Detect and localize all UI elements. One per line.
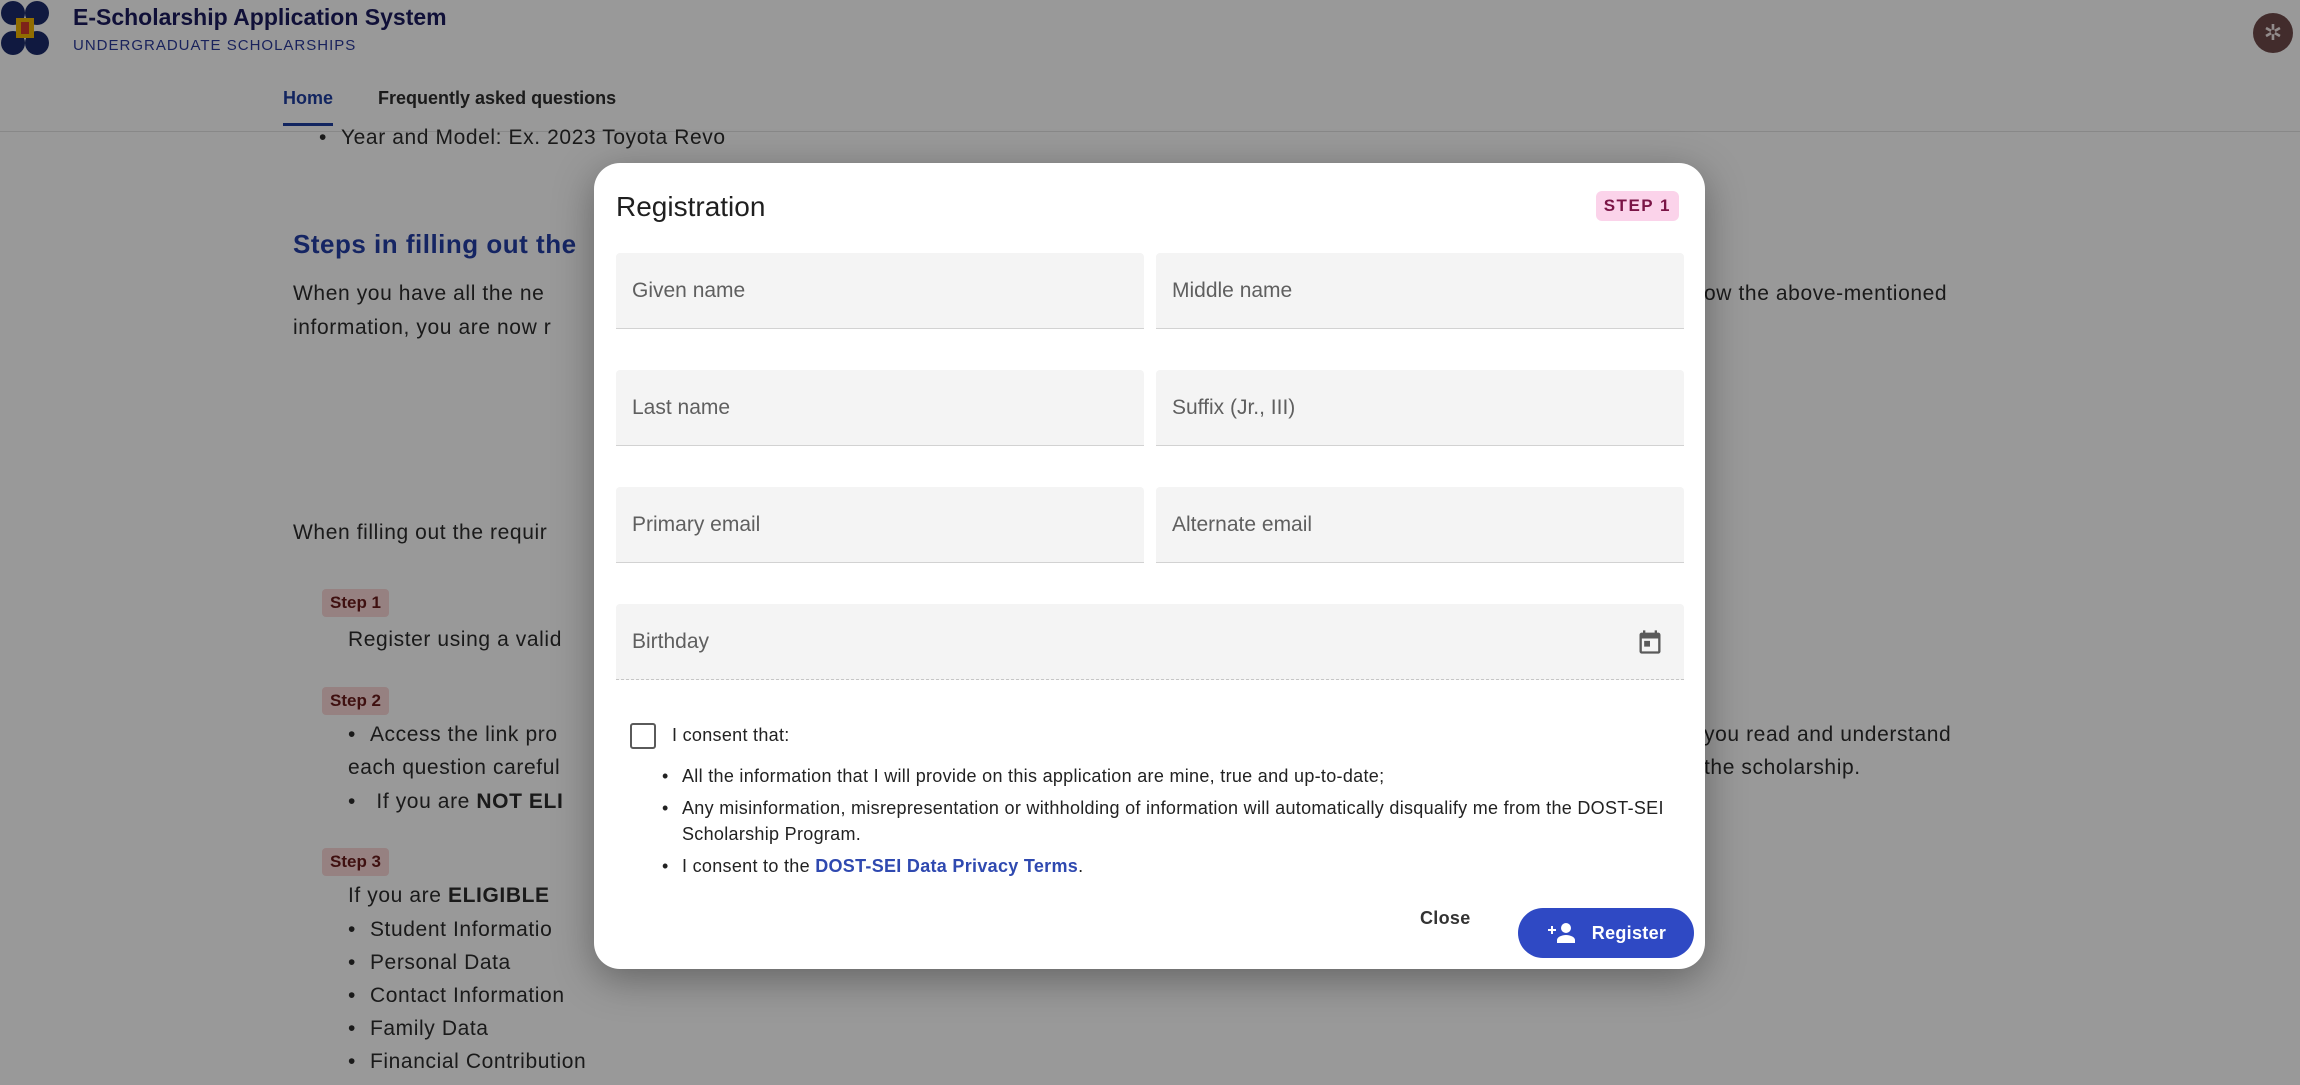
- consent-terms-list: All the information that I will provide …: [662, 763, 1672, 885]
- primary-email-input[interactable]: [616, 487, 1144, 562]
- register-button[interactable]: Register: [1518, 908, 1694, 958]
- close-button[interactable]: Close: [1420, 908, 1471, 929]
- alternate-email-field: [1156, 487, 1684, 563]
- privacy-suffix: .: [1078, 856, 1084, 876]
- step-badge: STEP 1: [1595, 191, 1679, 221]
- privacy-terms-link[interactable]: DOST-SEI Data Privacy Terms: [815, 856, 1078, 876]
- register-label: Register: [1591, 922, 1667, 943]
- alternate-email-input[interactable]: [1156, 487, 1684, 562]
- middle-name-field: [1156, 253, 1684, 329]
- consent-item-privacy: I consent to the DOST-SEI Data Privacy T…: [662, 853, 1672, 879]
- birthday-field: [616, 604, 1684, 680]
- last-name-field: [616, 370, 1144, 446]
- consent-checkbox[interactable]: [630, 723, 656, 749]
- dialog-title: Registration: [616, 191, 766, 222]
- given-name-input[interactable]: [616, 253, 1144, 328]
- birthday-input[interactable]: [616, 604, 1684, 679]
- registration-dialog: Registration STEP 1 I consent that: All …: [594, 163, 1705, 969]
- person-add-icon: [1547, 923, 1575, 943]
- given-name-field: [616, 253, 1144, 329]
- middle-name-input[interactable]: [1156, 253, 1684, 328]
- consent-item: All the information that I will provide …: [662, 763, 1672, 789]
- consent-item: Any misinformation, misrepresentation or…: [662, 795, 1672, 847]
- last-name-input[interactable]: [616, 370, 1144, 445]
- consent-label: I consent that:: [672, 725, 790, 745]
- privacy-prefix: I consent to the: [682, 856, 816, 876]
- suffix-field: [1156, 370, 1684, 446]
- calendar-icon[interactable]: [1636, 628, 1664, 656]
- primary-email-field: [616, 487, 1144, 563]
- suffix-input[interactable]: [1156, 370, 1684, 445]
